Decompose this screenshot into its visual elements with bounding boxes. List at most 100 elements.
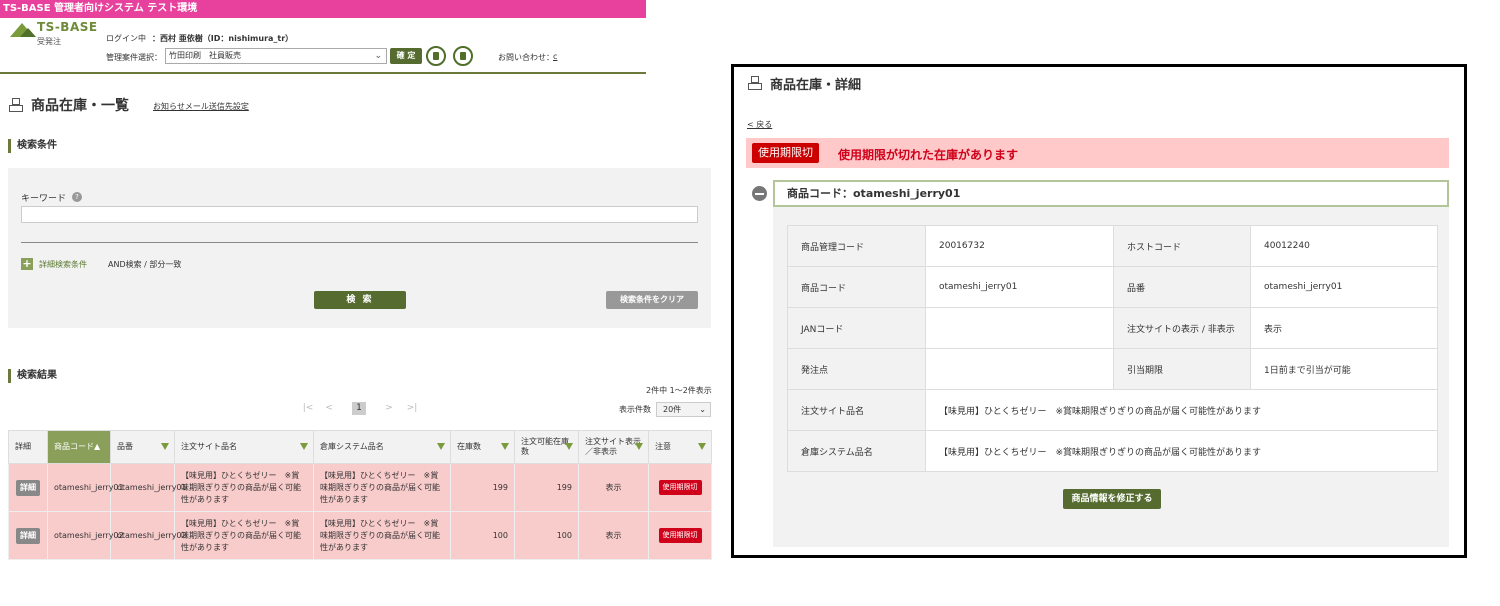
case-select[interactable]: 竹田印刷 社員販売 ⌄ (165, 48, 387, 64)
inventory-icon (748, 76, 762, 90)
table-header-row: 詳細 商品コード▲ 品番 注文サイト品名 倉庫システム品名 在庫数 注文可能在庫… (8, 430, 712, 464)
detail-row: JANコード 注文サイトの表示 / 非表示 表示 (787, 307, 1438, 349)
sort-triangle-icon (300, 443, 308, 450)
col-header-warehouse-name[interactable]: 倉庫システム品名 (313, 430, 451, 464)
cell-part-no: otameshi_jerry01 (110, 463, 187, 512)
expired-tag: 使用期限切 (752, 143, 819, 163)
environment-banner: TS-BASE 管理者向けシステム テスト環境 (0, 0, 646, 18)
cell-site-name: 【味見用】ひとくちゼリー ※賞味期限ぎりぎりの商品が届く可能性があります (174, 511, 314, 560)
advanced-search-toggle[interactable]: 詳細検索条件 (39, 259, 87, 270)
col-header-visibility[interactable]: 注文サイト表示／非表示 (578, 430, 649, 464)
detail-table: 商品管理コード 20016732 ホストコード 40012240 商品コード o… (787, 225, 1438, 472)
chevron-down-icon: ⌄ (374, 51, 382, 61)
label-site-name: 注文サイト品名 (787, 389, 926, 431)
help-icon[interactable]: ? (72, 192, 82, 202)
notify-settings-link[interactable]: お知らせメール送信先設定 (153, 101, 249, 112)
login-user: ：西村 亜依樹（ID：nishimura_tr） (152, 34, 294, 43)
per-page-select[interactable]: 20件 ⌄ (656, 402, 711, 417)
clear-conditions-button[interactable]: 検索条件をクリア (606, 291, 698, 309)
value-warehouse-name: 【味見用】ひとくちゼリー ※賞味期限ぎりぎりの商品が届く可能性があります (925, 430, 1438, 472)
cell-warehouse-name: 【味見用】ひとくちゼリー ※賞味期限ぎりぎりの商品が届く可能性があります (313, 511, 451, 560)
keyword-input[interactable] (21, 206, 698, 223)
cell-product-code: otameshi_jerry01 (47, 463, 124, 512)
detail-button[interactable]: 詳細 (16, 527, 40, 544)
label-reorder-point: 発注点 (787, 348, 926, 390)
label-mgmt-code: 商品管理コード (787, 225, 926, 267)
detail-row: 倉庫システム品名 【味見用】ひとくちゼリー ※賞味期限ぎりぎりの商品が届く可能性… (787, 430, 1438, 472)
value-reorder-point (925, 348, 1114, 390)
label-product-code: 商品コード (787, 266, 926, 308)
value-mgmt-code: 20016732 (925, 225, 1114, 267)
col-header-product-code[interactable]: 商品コード▲ (47, 430, 111, 464)
first-page-button[interactable]: |< (300, 402, 316, 415)
logo-subtitle: 受発注 (37, 37, 61, 46)
col-header-part-no-label: 品番 (117, 442, 133, 452)
logo-mark-inner (20, 28, 36, 37)
confirm-button[interactable]: 確 定 (390, 48, 422, 64)
contact-link[interactable]: c (553, 52, 557, 61)
next-page-button[interactable]: > (382, 402, 396, 415)
case-select-label: 管理案件選択： (106, 53, 162, 62)
label-part-no: 品番 (1113, 266, 1251, 308)
label-warehouse-name: 倉庫システム品名 (787, 430, 926, 472)
advanced-search-mode: AND検索 / 部分一致 (108, 260, 182, 269)
case-select-value: 竹田印刷 社員販売 (169, 51, 241, 60)
label-host-code: ホストコード (1113, 225, 1251, 267)
col-header-site-name[interactable]: 注文サイト品名 (174, 430, 314, 464)
per-page-value: 20件 (663, 405, 682, 414)
prev-page-button[interactable]: < (322, 402, 336, 415)
cell-stock: 100 (450, 511, 515, 560)
sort-triangle-icon (635, 443, 643, 450)
sort-triangle-icon (161, 443, 169, 450)
detail-row: 発注点 引当期限 1日前まで引当が可能 (787, 348, 1438, 390)
col-header-detail: 詳細 (8, 430, 48, 464)
value-part-no: otameshi_jerry01 (1250, 266, 1438, 308)
sort-triangle-icon (501, 443, 509, 450)
sort-triangle-icon (437, 443, 445, 450)
contact-label: お問い合わせ： (498, 53, 554, 62)
search-button[interactable]: 検 索 (314, 291, 406, 309)
expired-badge: 使用期限切 (658, 528, 702, 543)
logo-brand: TS-BASE (37, 20, 98, 34)
col-header-part-no[interactable]: 品番 (110, 430, 175, 464)
plus-icon[interactable]: + (21, 258, 33, 270)
value-jan-code (925, 307, 1114, 349)
back-link[interactable]: < 戻る (747, 119, 772, 130)
table-row: 詳細 otameshi_jerry01 otameshi_jerry01 【味見… (8, 463, 712, 512)
col-header-site-name-label: 注文サイト品名 (181, 442, 237, 452)
sort-triangle-icon (565, 443, 573, 450)
cell-visibility: 表示 (578, 463, 649, 512)
cell-site-name: 【味見用】ひとくちゼリー ※賞味期限ぎりぎりの商品が届く可能性があります (174, 463, 314, 512)
results-table: 詳細 商品コード▲ 品番 注文サイト品名 倉庫システム品名 在庫数 注文可能在庫… (8, 430, 712, 560)
label-jan-code: JANコード (787, 307, 926, 349)
cell-visibility: 表示 (578, 511, 649, 560)
app-logo[interactable]: TS-BASE 受発注 (10, 20, 105, 60)
col-header-note-label: 注意 (655, 442, 671, 452)
value-allocation-deadline: 1日前まで引当が可能 (1250, 348, 1438, 390)
last-page-button[interactable]: >| (404, 402, 420, 415)
current-page-number[interactable]: 1 (352, 402, 366, 415)
product-code-header: 商品コード：otameshi_jerry01 (773, 180, 1449, 207)
col-header-note[interactable]: 注意 (648, 430, 712, 464)
result-count: 2件中 1〜2件表示 (646, 386, 712, 395)
cell-stock: 199 (450, 463, 515, 512)
sort-triangle-icon (698, 443, 706, 450)
collapse-minus-icon[interactable] (752, 186, 767, 201)
label-allocation-deadline: 引当期限 (1113, 348, 1251, 390)
edit-product-button[interactable]: 商品情報を修正する (1063, 489, 1161, 509)
logout-icon[interactable] (453, 46, 473, 66)
detail-button[interactable]: 詳細 (16, 479, 40, 496)
inventory-icon (9, 98, 23, 112)
value-product-code: otameshi_jerry01 (925, 266, 1114, 308)
col-header-warehouse-name-label: 倉庫システム品名 (320, 442, 384, 452)
expired-message: 使用期限が切れた在庫があります (838, 148, 1019, 162)
table-row: 詳細 otameshi_jerry02 otameshi_jerry02 【味見… (8, 511, 712, 560)
per-page-label: 表示件数 (619, 405, 651, 414)
detail-row: 注文サイト品名 【味見用】ひとくちゼリー ※賞味期限ぎりぎりの商品が届く可能性が… (787, 389, 1438, 431)
user-settings-icon[interactable] (426, 46, 446, 66)
login-label: ログイン中 (106, 34, 146, 43)
search-section-header: 検索条件 (8, 139, 711, 153)
col-header-orderable[interactable]: 注文可能在庫数 (514, 430, 579, 464)
col-header-stock[interactable]: 在庫数 (450, 430, 515, 464)
col-header-stock-label: 在庫数 (457, 442, 481, 452)
